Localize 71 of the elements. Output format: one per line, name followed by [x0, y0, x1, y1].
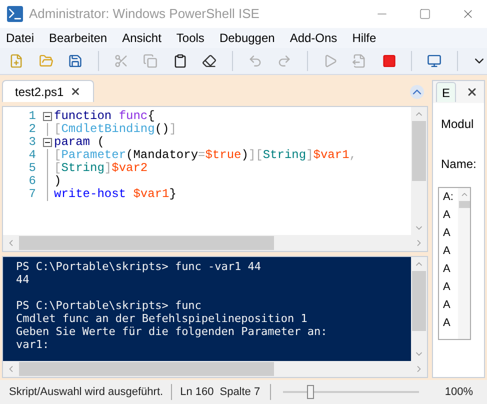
- console-line: PS C:\Portable\skripts> func: [16, 299, 202, 312]
- line-number: 4: [28, 149, 37, 162]
- scroll-thumb[interactable]: [458, 201, 470, 208]
- editor-tab[interactable]: test2.ps1: [2, 80, 94, 102]
- line-number: 6: [28, 175, 37, 188]
- tab-label: test2.ps1: [15, 84, 64, 100]
- close-panel-icon[interactable]: [466, 86, 478, 98]
- code-line: [Parameter(Mandatory=$true)][String]$var1,: [53, 149, 356, 162]
- close-tab-icon[interactable]: [70, 86, 81, 97]
- slider-thumb[interactable]: [307, 385, 314, 399]
- field-label: Name:: [441, 156, 478, 173]
- script-editor[interactable]: 1 function func{ 2 [CmdletBinding()] 3 param ( 4 [Parameter(Mandatory=$true)][String]$var1, 5 [String]$var2 6 ) 7 write-host $var1}: [2, 106, 428, 252]
- menu-item[interactable]: Hilfe: [352, 29, 376, 47]
- maximize-icon[interactable]: [419, 8, 431, 20]
- code-line: [CmdletBinding()]: [53, 123, 176, 136]
- line-number: 3: [28, 136, 37, 149]
- list-item[interactable]: A: [443, 209, 458, 222]
- scroll-up-icon[interactable]: [460, 190, 468, 199]
- list-item[interactable]: A: [443, 299, 458, 312]
- folder-icon[interactable]: [38, 53, 54, 69]
- list-item[interactable]: A: [443, 281, 458, 294]
- console-line: Geben Sie Werte für die folgenden Parameter an:: [16, 325, 328, 338]
- stop-icon[interactable]: [382, 53, 396, 69]
- horizontal-scrollbar[interactable]: [3, 235, 427, 251]
- menu-item[interactable]: Ansicht: [122, 29, 162, 47]
- menu-item[interactable]: Debuggen: [219, 29, 275, 47]
- column-indicator: Spalte 7: [220, 384, 260, 400]
- code-line: function func{: [53, 110, 155, 123]
- code-line: write-host $var1}: [53, 188, 176, 201]
- status-message: Skript/Auswahl wird ausgeführt.: [9, 384, 164, 400]
- code-line: param (: [53, 136, 104, 149]
- field-label: Modul: [441, 116, 475, 133]
- list-item[interactable]: A: [443, 245, 458, 258]
- fold-toggle-icon[interactable]: [42, 138, 52, 147]
- line-number: 7: [28, 188, 37, 201]
- horizontal-scrollbar[interactable]: [3, 361, 427, 377]
- console-pane[interactable]: PS C:\Portable\skripts> func -var1 44 44 PS C:\Portable\skripts> func Cmdlet func an der Befehlspipelineposition 1 Geben Sie Werte für die folgenden Parameter an: var1:: [2, 256, 428, 378]
- command-list[interactable]: A: A A A A A A A: [438, 187, 471, 340]
- clipboard-icon[interactable]: [172, 53, 188, 69]
- window-title: Administrator: Windows PowerShell ISE: [29, 5, 260, 24]
- line-indicator: Ln 160: [180, 384, 214, 400]
- zoom-percent: 100%: [444, 384, 473, 400]
- menu-item[interactable]: Bearbeiten: [49, 29, 108, 47]
- eraser-icon[interactable]: [202, 53, 217, 69]
- list-item[interactable]: A: [443, 263, 458, 276]
- code-line: [String]$var2: [53, 162, 148, 175]
- menu-item[interactable]: Datei: [6, 29, 34, 47]
- powershell-icon: [7, 6, 23, 22]
- list-item[interactable]: A: [443, 227, 458, 240]
- collapse-icon[interactable]: [410, 85, 424, 99]
- vertical-scrollbar[interactable]: [411, 257, 427, 361]
- line-number: 1: [28, 110, 37, 123]
- console-line: PS C:\Portable\skripts> func -var1 44: [16, 260, 262, 273]
- list-item[interactable]: A: [443, 317, 458, 330]
- console-line: Cmdlet func an der Befehlspipelineposition 1: [16, 312, 308, 325]
- new-file-icon[interactable]: [9, 53, 24, 69]
- code-line: ): [53, 175, 62, 188]
- zoom-slider[interactable]: [283, 385, 420, 399]
- save-icon[interactable]: [68, 53, 83, 69]
- panel-tab[interactable]: E: [436, 82, 456, 102]
- vertical-scrollbar[interactable]: [411, 107, 427, 235]
- list-item[interactable]: A:: [443, 191, 458, 204]
- monitor-icon[interactable]: [427, 53, 442, 69]
- console-line: var1:: [16, 338, 50, 351]
- fold-toggle-icon[interactable]: [42, 112, 52, 121]
- menu-item[interactable]: Add-Ons: [290, 29, 338, 47]
- list-scrollbar[interactable]: [458, 188, 470, 339]
- line-number: 5: [28, 162, 37, 175]
- console-line: 44: [16, 273, 30, 286]
- menu-item[interactable]: Tools: [176, 29, 204, 47]
- line-number: 2: [28, 123, 37, 136]
